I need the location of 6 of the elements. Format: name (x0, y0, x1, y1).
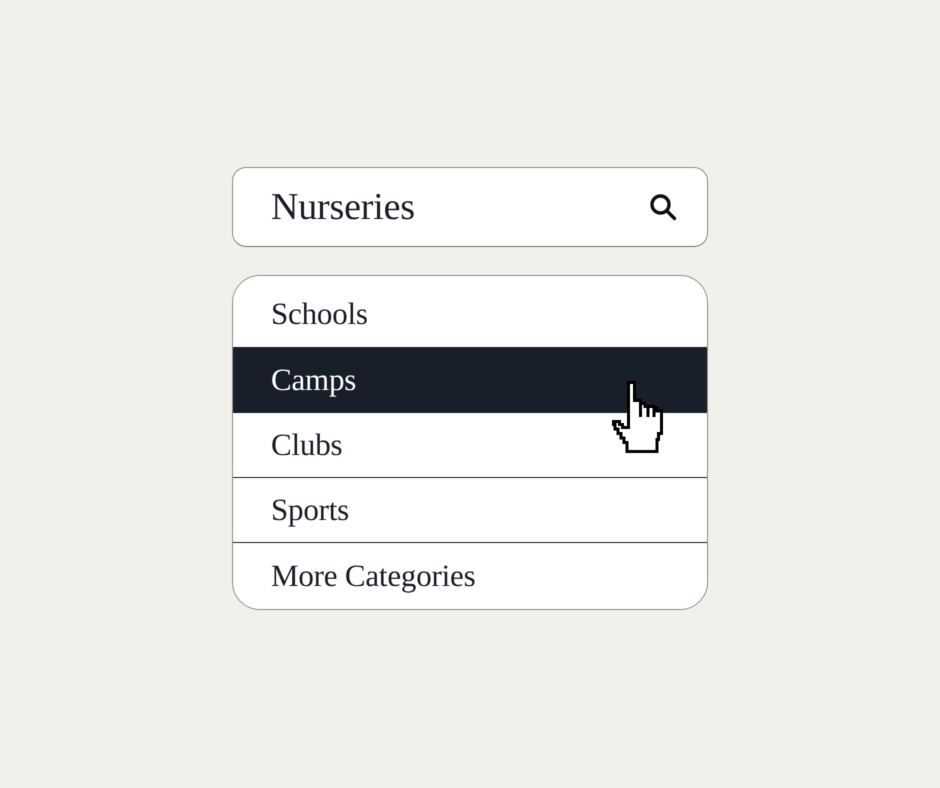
category-item[interactable]: Camps (233, 347, 707, 412)
search-input[interactable]: Nurseries (271, 185, 637, 229)
hand-pointer-icon (612, 381, 666, 453)
search-field[interactable]: Nurseries (232, 167, 708, 247)
search-icon[interactable] (649, 193, 677, 221)
category-item[interactable]: More Categories (233, 542, 707, 609)
